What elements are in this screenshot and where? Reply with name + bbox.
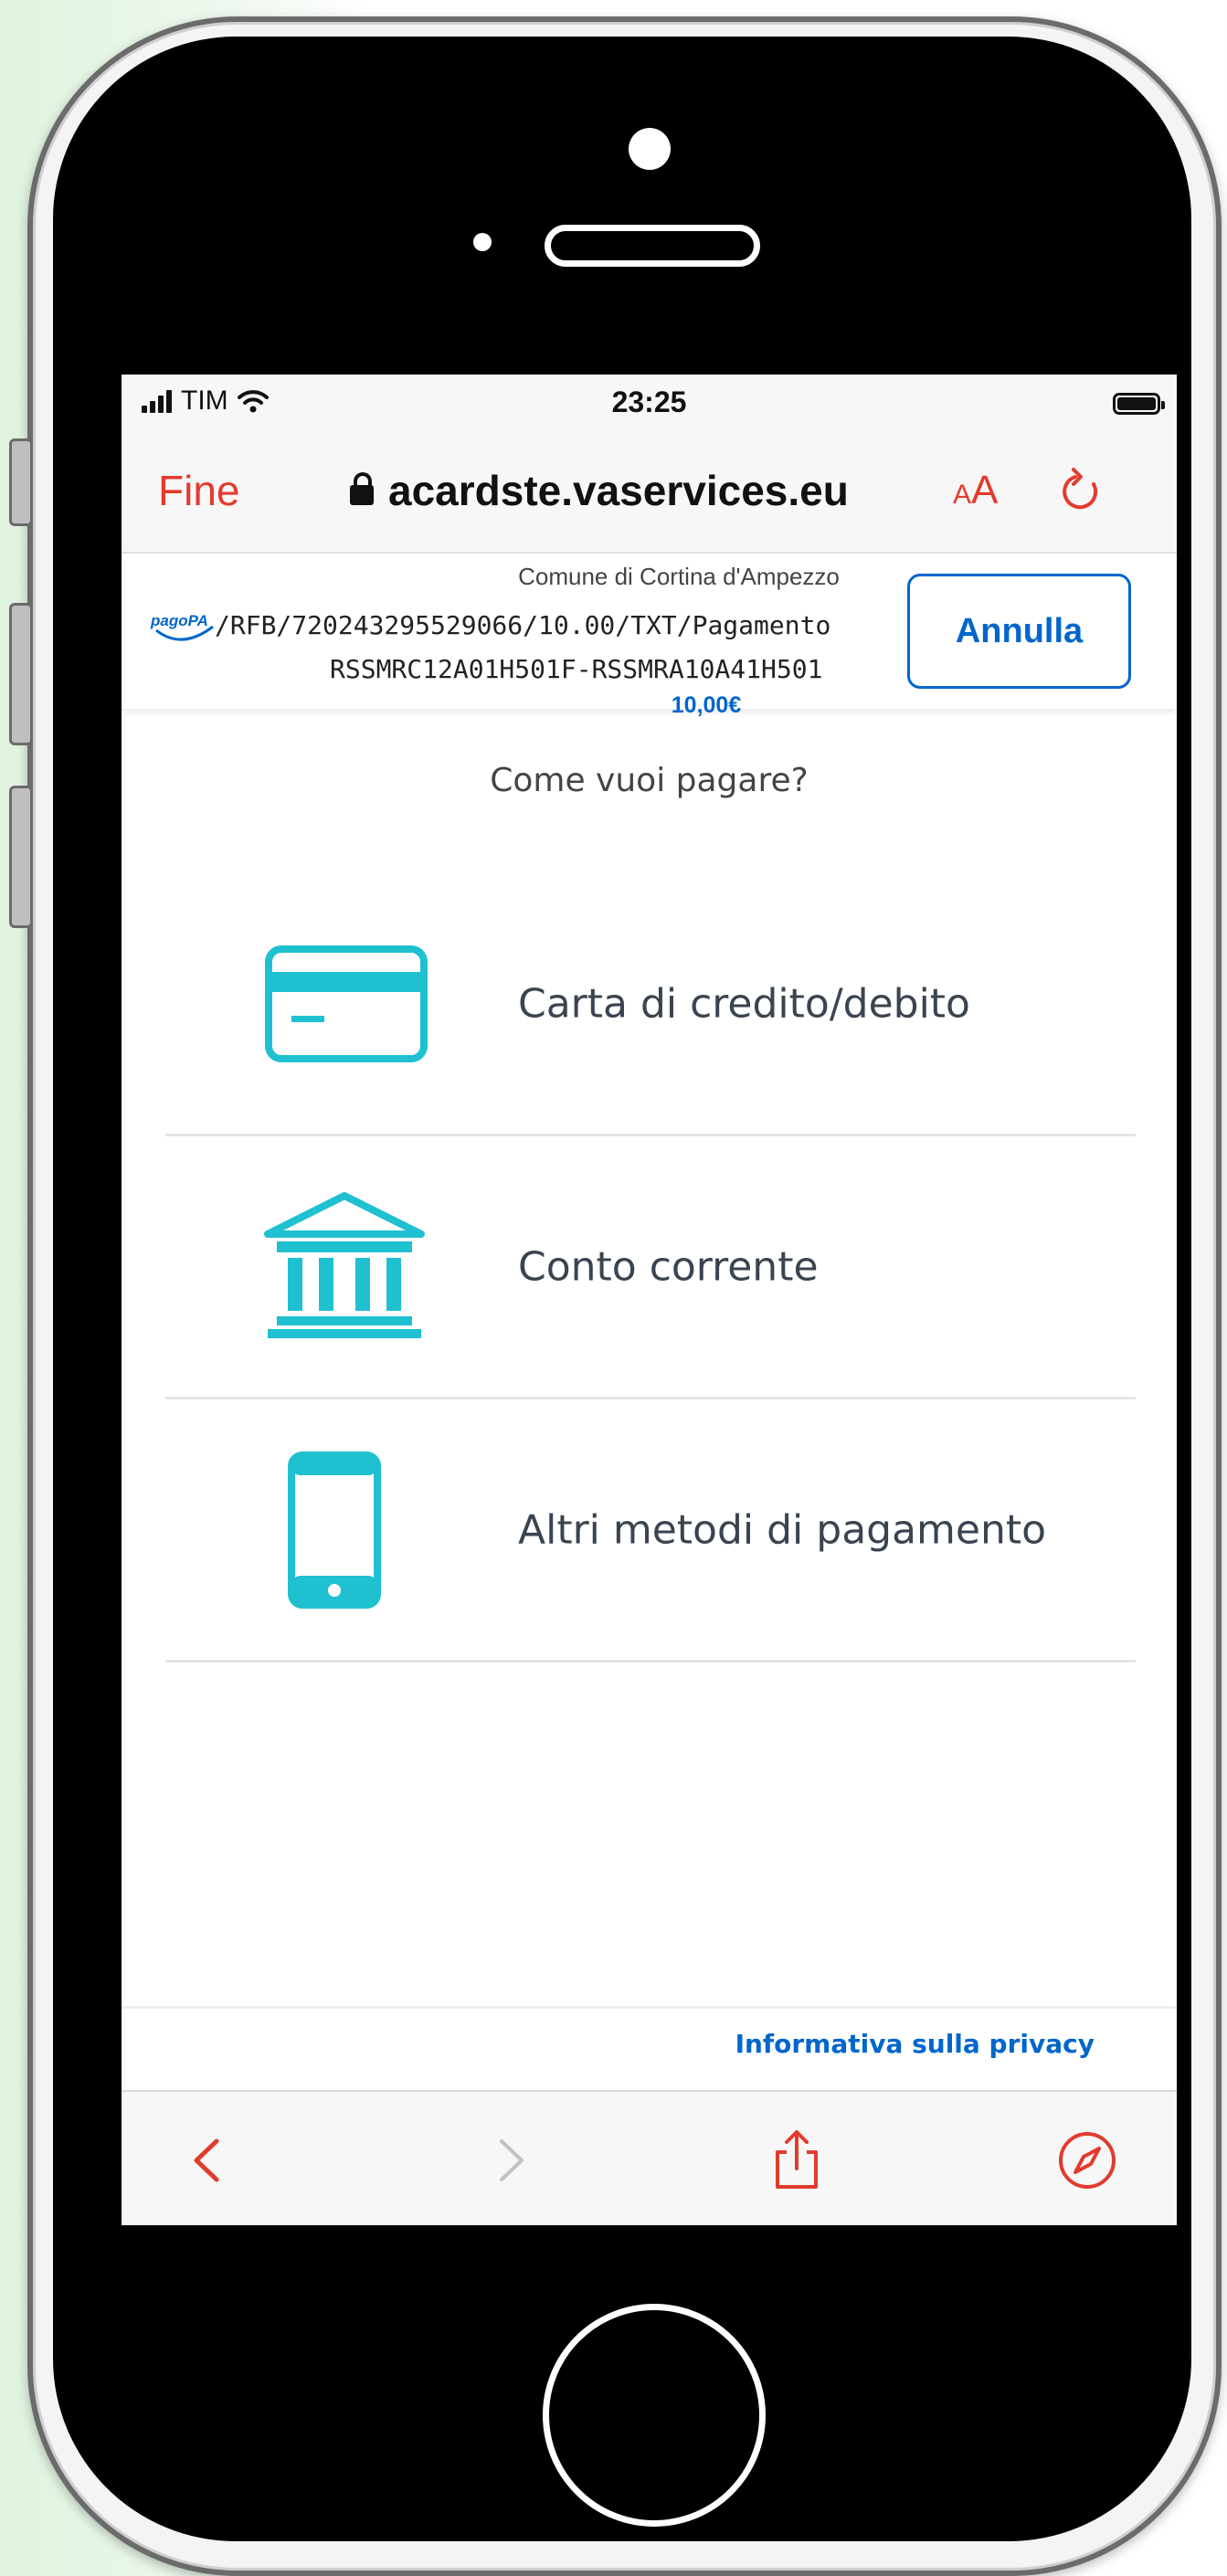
payment-summary: Comune di Cortina d'Ampezzo pagoPA /RFB/… <box>122 554 1177 718</box>
method-label: Altri metodi di pagamento <box>518 1506 1047 1553</box>
method-credit-card[interactable]: Carta di credito/debito <box>165 873 1136 1136</box>
phone-screen: TIM 23:25 Fine acardste.vaservices.eu AA… <box>122 375 1177 2225</box>
method-label: Conto corrente <box>518 1243 819 1290</box>
phone-side-button <box>9 603 33 745</box>
url-text: acardste.vaservices.eu <box>388 467 849 514</box>
method-bank-account[interactable]: Conto corrente <box>165 1136 1136 1399</box>
payment-notice-code: /RFB/720243295529066/10.00/TXT/Pagamento <box>215 610 831 640</box>
compass-icon[interactable] <box>1055 2128 1119 2192</box>
pagopa-logo: pagoPA <box>149 610 220 647</box>
cancel-button[interactable]: Annulla <box>907 574 1131 689</box>
page-title: Come vuoi pagare? <box>490 762 809 799</box>
front-camera <box>629 128 671 170</box>
share-icon[interactable] <box>765 2128 829 2192</box>
page-footer: Informativa sulla privacy <box>122 2006 1177 2090</box>
payment-notice-fiscal-codes: RSSMRC12A01H501F-RSSMRA10A41H501 <box>330 654 823 684</box>
forward-icon[interactable] <box>478 2128 542 2192</box>
method-label: Carta di credito/debito <box>518 980 970 1027</box>
proximity-sensor <box>473 233 492 251</box>
smartphone-icon <box>288 1451 381 1609</box>
back-icon[interactable] <box>176 2128 240 2192</box>
reload-icon[interactable] <box>1053 464 1108 519</box>
earpiece-speaker <box>545 225 760 267</box>
phone-side-button <box>9 786 33 928</box>
privacy-link[interactable]: Informativa sulla privacy <box>735 2029 1095 2059</box>
method-other[interactable]: Altri metodi di pagamento <box>165 1399 1136 1663</box>
battery-icon <box>1113 393 1165 415</box>
lock-icon <box>350 472 374 505</box>
clock: 23:25 <box>611 385 687 418</box>
text-size-button[interactable]: AA <box>953 468 998 513</box>
browser-address-bar: Fine acardste.vaservices.eu AA <box>122 438 1177 554</box>
home-button[interactable] <box>543 2304 766 2527</box>
text-size-big-glyph: A <box>971 468 999 512</box>
pagopa-logo-text: pagoPA <box>151 612 208 629</box>
text-size-small-glyph: A <box>953 480 972 510</box>
bank-icon <box>264 1191 425 1338</box>
payment-amount: 10,00€ <box>671 692 742 718</box>
done-button[interactable]: Fine <box>158 466 239 515</box>
status-bar: TIM 23:25 <box>122 375 1177 438</box>
url-field[interactable]: acardste.vaservices.eu <box>350 466 849 515</box>
credit-card-icon <box>265 945 428 1062</box>
phone-side-button <box>9 438 33 526</box>
browser-toolbar <box>122 2090 1177 2225</box>
